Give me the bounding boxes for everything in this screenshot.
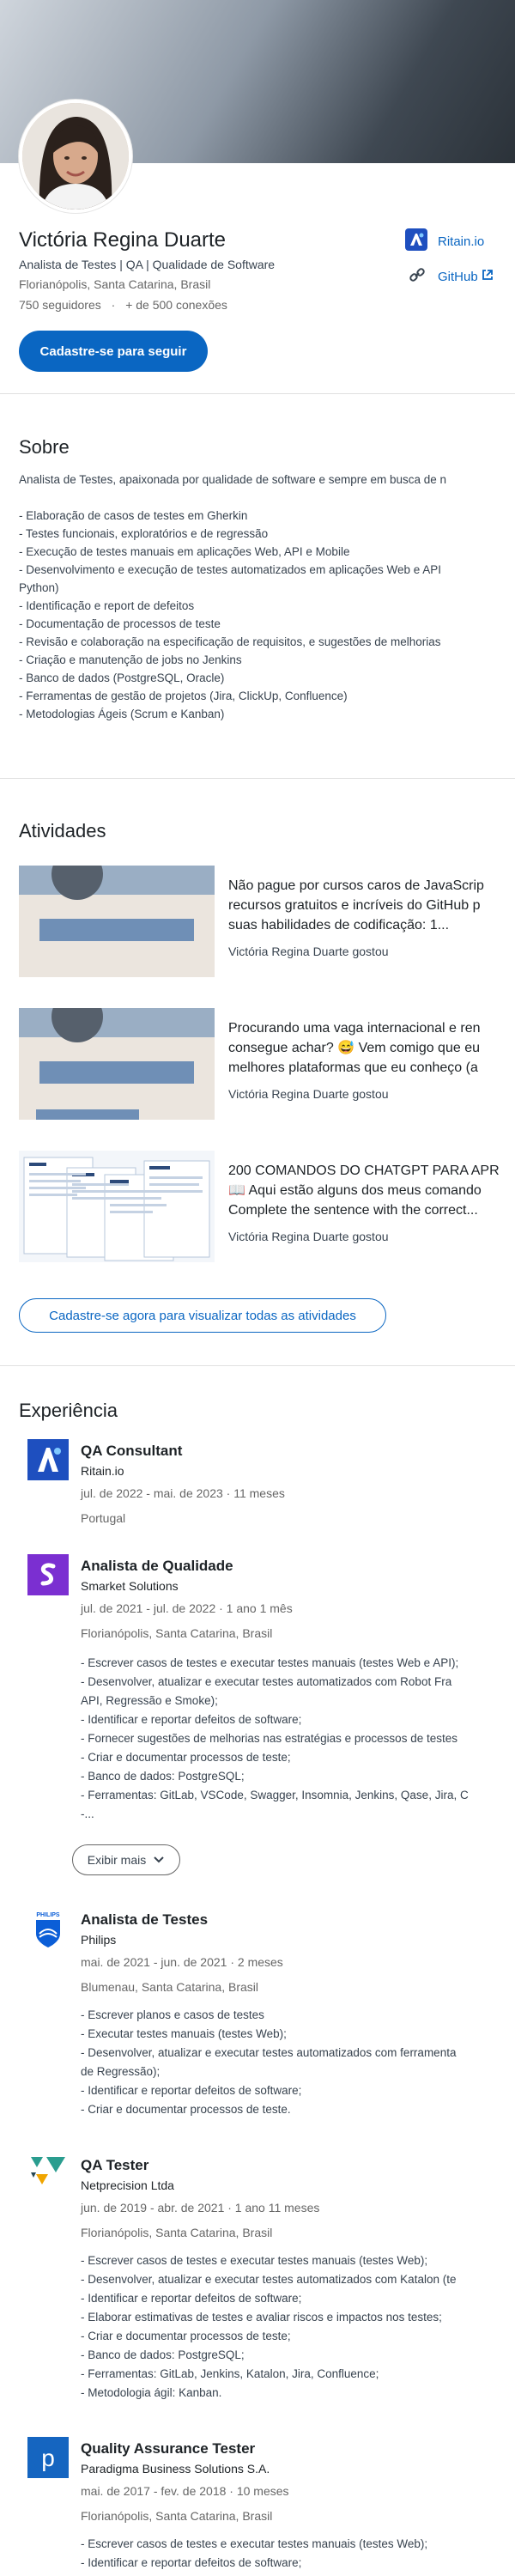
- show-more-label: Exibir mais: [87, 1853, 147, 1867]
- chevron-down-icon: [153, 1853, 165, 1867]
- activity-liked-by: Victória Regina Duarte gostou: [228, 945, 389, 958]
- activity-item[interactable]: 200 COMANDOS DO CHATGPT PARA APR 📖 Aqui …: [19, 1151, 515, 1262]
- ritain-logo-icon: [405, 228, 427, 254]
- activities-section-title: Atividades: [19, 820, 106, 841]
- follow-signup-button[interactable]: Cadastre-se para seguir: [19, 331, 208, 372]
- profile-location: Florianópolis, Santa Catarina, Brasil: [19, 277, 211, 291]
- experience-description: - Escrever casos de testes e executar te…: [81, 2537, 428, 2569]
- website-link-ritain[interactable]: Ritain.io: [405, 228, 484, 254]
- experience-role: QA Consultant: [81, 1443, 183, 1459]
- experience-description: - Escrever casos de testes e executar te…: [81, 2254, 457, 2399]
- experience-dates: mai. de 2021 - jun. de 2021 · 2 meses: [81, 1955, 283, 1969]
- profile-name: Victória Regina Duarte: [19, 228, 227, 252]
- activity-thumbnail: [19, 1151, 215, 1262]
- paradigma-logo-icon: p: [27, 2437, 69, 2478]
- experience-item[interactable]: QA Consultant Ritain.io jul. de 2022 - m…: [19, 1439, 515, 1542]
- experience-role: Quality Assurance Tester: [81, 2440, 256, 2457]
- experience-dates: jun. de 2019 - abr. de 2021 · 1 ano 11 m…: [81, 2201, 320, 2215]
- ritain-logo-icon: [27, 1439, 69, 1480]
- experience-item[interactable]: QA Tester Netprecision Ltda jun. de 2019…: [19, 2154, 515, 2403]
- connections-count: + de 500 conexões: [125, 298, 227, 312]
- about-text: Analista de Testes, apaixonada por quali…: [19, 473, 447, 720]
- show-more-button[interactable]: Exibir mais: [72, 1844, 180, 1875]
- experience-location: Florianópolis, Santa Catarina, Brasil: [81, 2509, 273, 2523]
- view-all-activities-button[interactable]: Cadastre-se agora para visualizar todas …: [19, 1298, 386, 1333]
- experience-dates: mai. de 2017 - fev. de 2018 · 10 meses: [81, 2484, 289, 2498]
- activity-liked-by: Victória Regina Duarte gostou: [228, 1230, 389, 1243]
- experience-location: Florianópolis, Santa Catarina, Brasil: [81, 2226, 273, 2239]
- activity-title: Não pague por cursos caros de JavaScrip …: [228, 878, 484, 933]
- experience-location: Florianópolis, Santa Catarina, Brasil: [81, 1626, 273, 1640]
- experience-description: - Escrever casos de testes e executar te…: [81, 1656, 469, 1820]
- experience-item[interactable]: PHILIPS Analista de Testes Philips mai. …: [19, 1908, 515, 2140]
- experience-location: Portugal: [81, 1511, 126, 1525]
- profile-headline: Analista de Testes | QA | Qualidade de S…: [19, 258, 276, 271]
- activity-title: Procurando uma vaga internacional e ren …: [228, 1021, 481, 1075]
- activity-thumbnail: [19, 1008, 215, 1120]
- external-link-icon: [482, 269, 494, 284]
- website-link-label: Ritain.io: [438, 234, 485, 249]
- section-divider: [0, 1365, 515, 1366]
- activity-item[interactable]: Procurando uma vaga internacional e ren …: [19, 1008, 515, 1120]
- experience-role: Analista de Qualidade: [81, 1558, 233, 1574]
- svg-text:PHILIPS: PHILIPS: [36, 1912, 60, 1918]
- experience-company: Netprecision Ltda: [81, 2178, 174, 2192]
- experience-dates: jul. de 2022 - mai. de 2023 · 11 meses: [81, 1486, 285, 1500]
- separator-dot: ·: [111, 298, 116, 312]
- experience-role: Analista de Testes: [81, 1911, 209, 1928]
- link-icon: [409, 266, 426, 287]
- experience-section-title: Experiência: [19, 1400, 118, 1421]
- about-section-title: Sobre: [19, 436, 70, 458]
- profile-network: 750 seguidores · + de 500 conexões: [19, 298, 227, 312]
- experience-company: Ritain.io: [81, 1464, 124, 1478]
- experience-item[interactable]: p Quality Assurance Tester Paradigma Bus…: [19, 2437, 515, 2576]
- philips-logo-icon: PHILIPS: [27, 1908, 69, 1949]
- website-link-github[interactable]: GitHub: [405, 266, 494, 287]
- experience-company: Paradigma Business Solutions S.A.: [81, 2462, 270, 2476]
- experience-description: - Escrever planos e casos de testes - Ex…: [81, 2008, 457, 2116]
- activity-title: 200 COMANDOS DO CHATGPT PARA APR 📖 Aqui …: [228, 1163, 500, 1218]
- section-divider: [0, 778, 515, 779]
- followers-count: 750 seguidores: [19, 298, 101, 312]
- smarket-logo-icon: [27, 1554, 69, 1595]
- activity-thumbnail: [19, 866, 215, 977]
- experience-role: QA Tester: [81, 2157, 149, 2173]
- experience-item[interactable]: Analista de Qualidade Smarket Solutions …: [19, 1554, 515, 1846]
- experience-dates: jul. de 2021 - jul. de 2022 · 1 ano 1 mê…: [81, 1601, 293, 1615]
- svg-text:p: p: [41, 2445, 55, 2471]
- activity-item[interactable]: Não pague por cursos caros de JavaScrip …: [19, 866, 515, 977]
- experience-company: Philips: [81, 1933, 117, 1947]
- section-divider: [0, 393, 515, 394]
- experience-location: Blumenau, Santa Catarina, Brasil: [81, 1980, 258, 1994]
- website-link-label: GitHub: [438, 269, 478, 284]
- netprecision-logo-icon: [27, 2154, 69, 2195]
- experience-company: Smarket Solutions: [81, 1579, 179, 1593]
- activity-liked-by: Victória Regina Duarte gostou: [228, 1087, 389, 1101]
- profile-avatar[interactable]: [19, 100, 132, 213]
